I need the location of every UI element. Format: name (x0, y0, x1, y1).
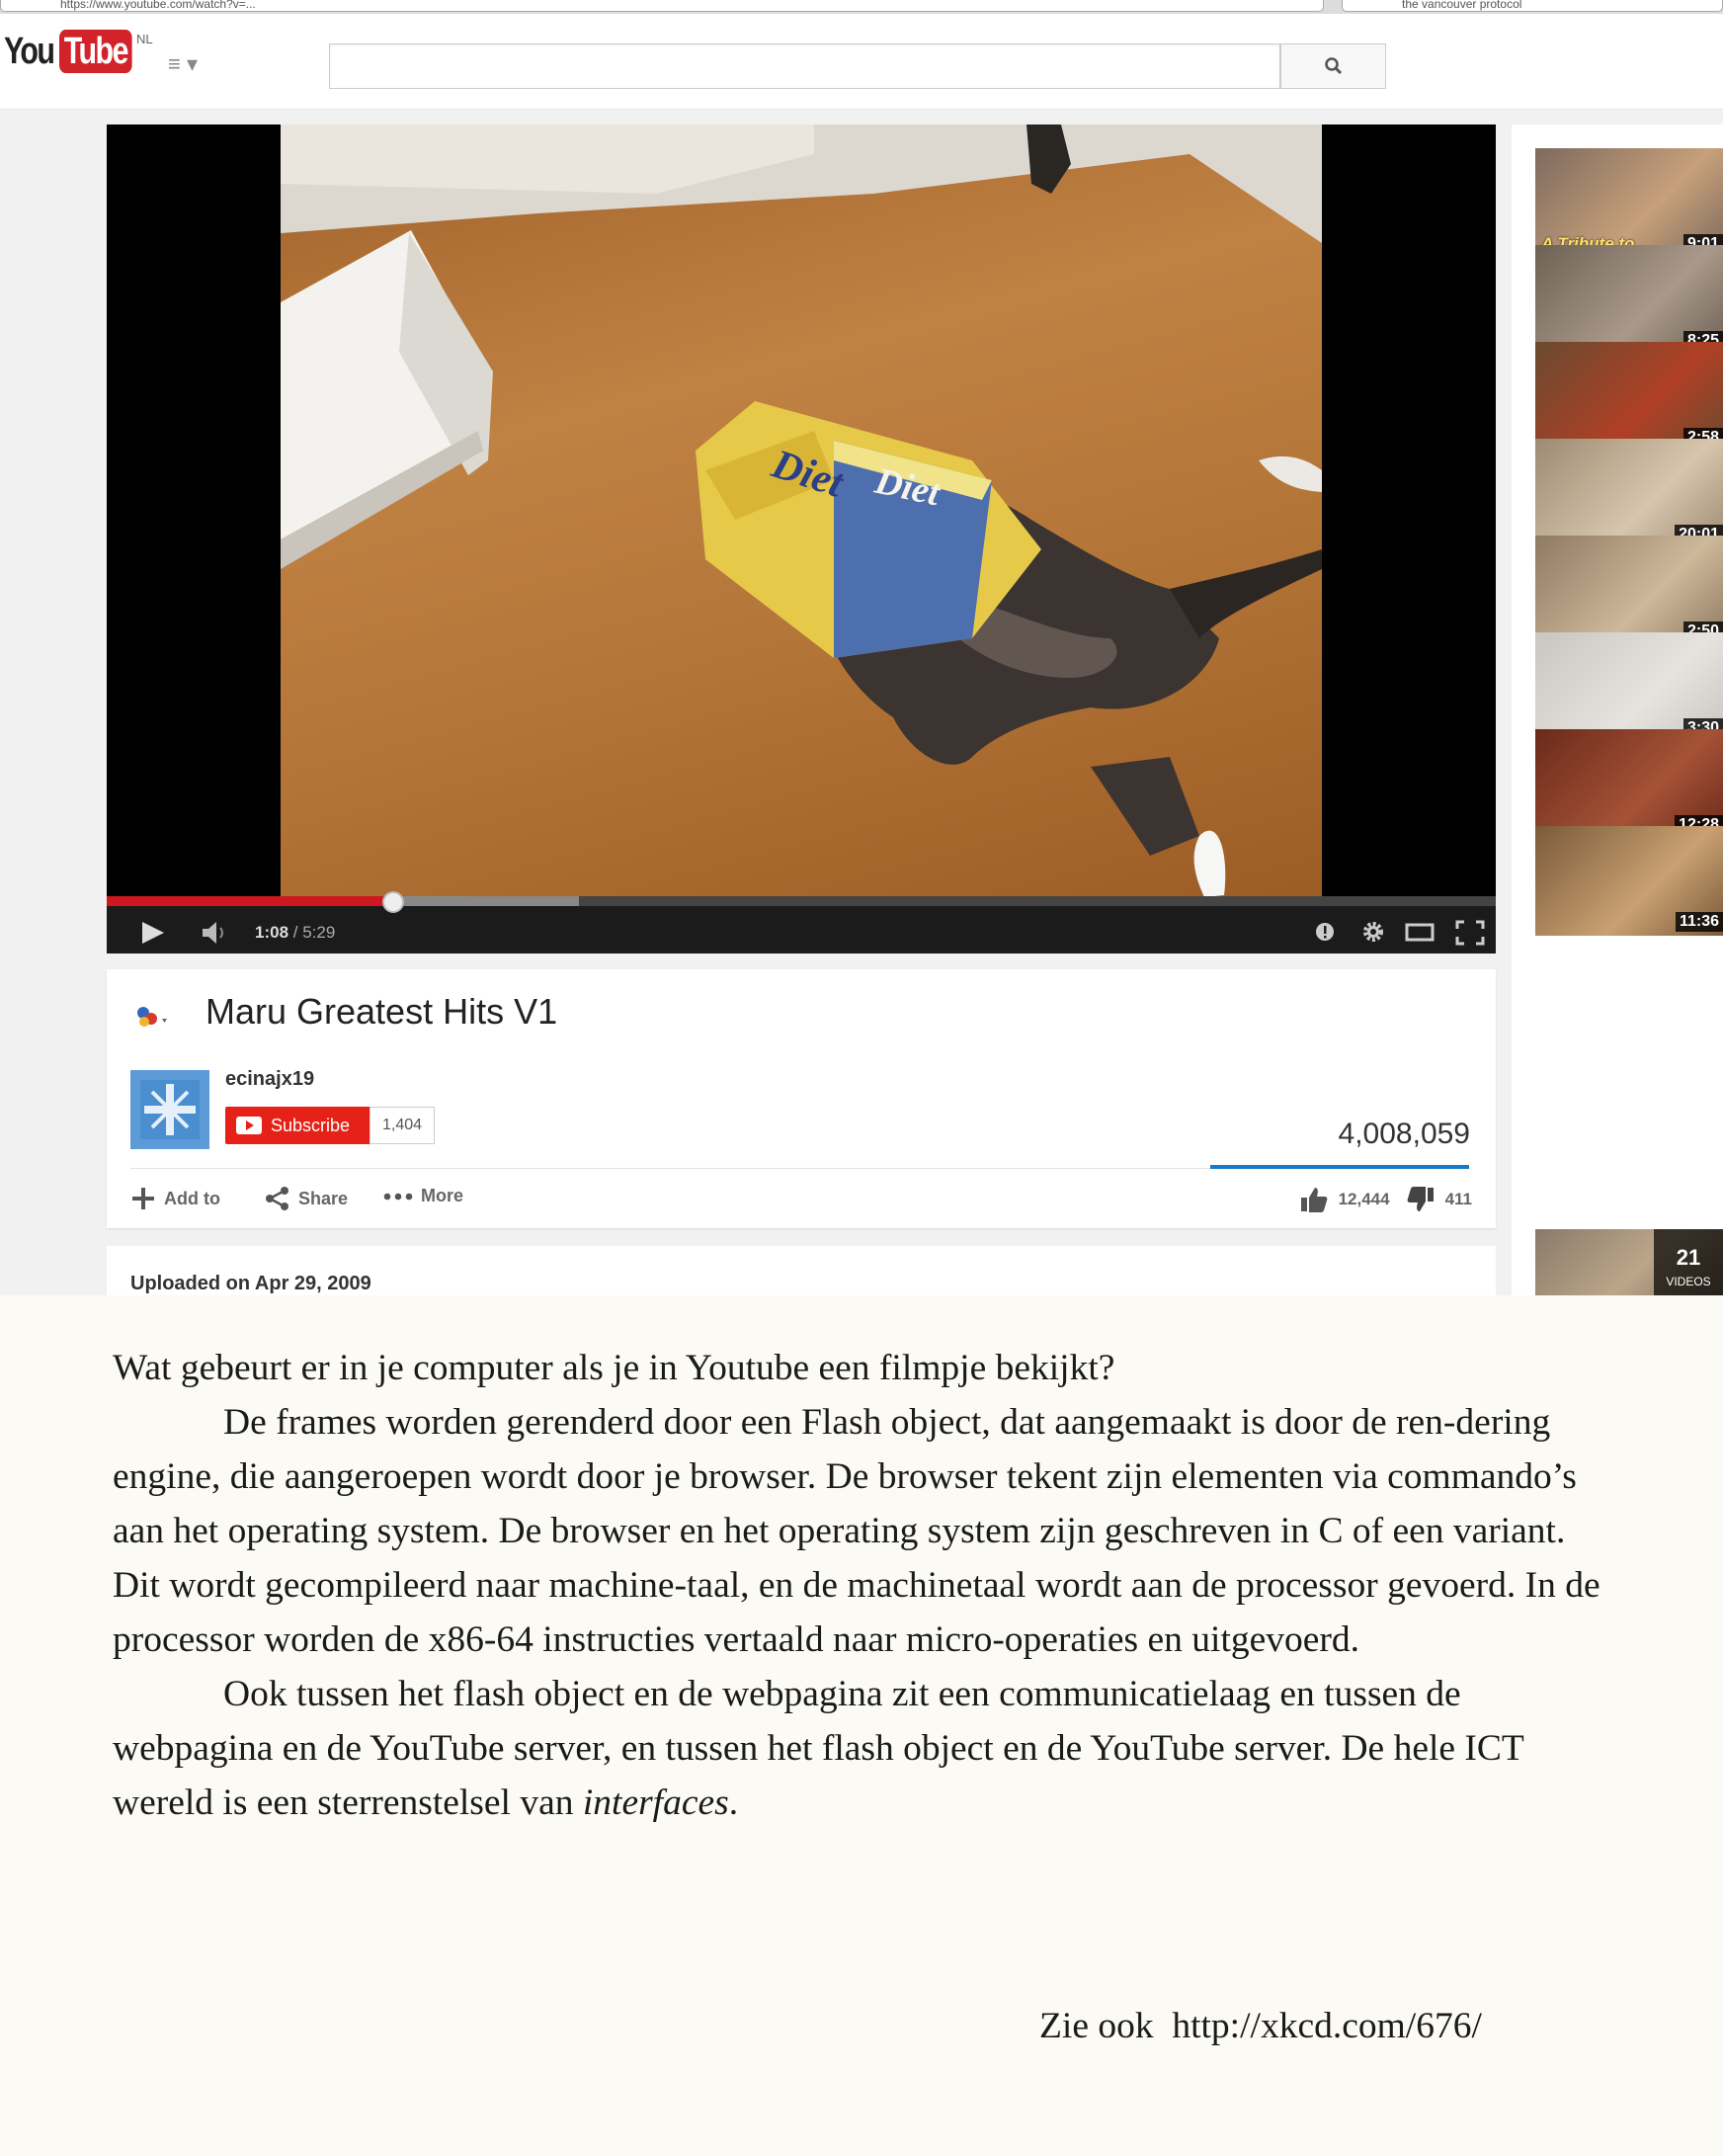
guide-menu-button[interactable]: ≡ ▾ (168, 53, 198, 75)
video-scene: Diet Diet (281, 124, 1322, 897)
second-tab-field[interactable]: the vancouver protocol (1342, 0, 1723, 12)
subscribe-button[interactable]: Subscribe (225, 1107, 369, 1144)
progress-scrubber[interactable] (381, 891, 404, 913)
like-count: 12,444 (1338, 1190, 1390, 1208)
video-title: Maru Greatest Hits V1 (205, 991, 558, 1032)
article-text: Wat gebeurt er in je computer als je in … (113, 1341, 1614, 1830)
more-label: More (421, 1186, 464, 1205)
youtube-screenshot: https://www.youtube.com/watch?v=... the … (0, 0, 1723, 1295)
subscribe-label: Subscribe (271, 1115, 351, 1135)
paragraph-2-end: . (728, 1783, 739, 1823)
time-current: 1:08 (255, 923, 289, 942)
like-ratio-bar (1210, 1165, 1469, 1169)
thumbnail-duration: 11:36 (1675, 912, 1723, 932)
settings-gear-icon[interactable] (1359, 918, 1387, 946)
video-frame[interactable]: Diet Diet (281, 124, 1322, 897)
playlist-thumbnail[interactable]: 21 VIDEOS (1535, 1229, 1723, 1295)
channel-brand-icon (137, 1007, 167, 1027)
video-player[interactable]: Diet Diet (107, 124, 1496, 954)
logo-you: You (4, 31, 55, 72)
subscriber-count: 1,404 (369, 1107, 435, 1144)
related-video-thumbnail[interactable]: 11:36 (1535, 826, 1723, 936)
time-separator: / (288, 923, 303, 942)
add-to-button[interactable]: Add to (130, 1186, 220, 1211)
channel-avatar[interactable] (130, 1070, 209, 1149)
related-video-thumbnail[interactable]: 2:50 (1535, 536, 1723, 645)
add-icon (132, 1188, 154, 1209)
search-input[interactable] (329, 43, 1280, 89)
search-button[interactable] (1280, 43, 1386, 89)
fullscreen-icon[interactable] (1454, 919, 1486, 947)
annotations-icon[interactable] (1314, 921, 1336, 943)
dislike-count: 411 (1444, 1190, 1472, 1208)
play-icon[interactable] (138, 919, 168, 947)
region-label: NL (135, 32, 153, 46)
related-video-thumbnail[interactable]: 3:30 (1535, 632, 1723, 742)
time-display: 1:08 / 5:29 (255, 923, 335, 943)
paragraph-2-text: Ook tussen het flash object en de webpag… (113, 1674, 1524, 1823)
logo-tube: Tube (59, 30, 132, 73)
thumbs-down-icon[interactable] (1406, 1186, 1436, 1213)
share-label: Share (298, 1188, 349, 1208)
browser-chrome: https://www.youtube.com/watch?v=... the … (0, 0, 1723, 14)
related-video-thumbnail[interactable]: A Tribute to 9:01 (1535, 148, 1723, 258)
paragraph-2: Ook tussen het flash object en de webpag… (113, 1667, 1614, 1830)
related-video-thumbnail[interactable]: 12:28 (1535, 729, 1723, 839)
description-card: Uploaded on Apr 29, 2009 (107, 1246, 1496, 1295)
theater-mode-icon[interactable] (1405, 921, 1436, 943)
video-info-card: Maru Greatest Hits V1 ecinajx19 Subscrib… (107, 969, 1496, 1228)
add-to-label: Add to (164, 1188, 220, 1208)
address-bar[interactable]: https://www.youtube.com/watch?v=... (0, 0, 1324, 12)
more-dots-icon (383, 1193, 413, 1200)
search-icon (1324, 57, 1342, 75)
progress-played (107, 896, 393, 906)
view-count: 4,008,059 (1338, 1118, 1470, 1150)
share-button[interactable]: Share (265, 1186, 348, 1211)
youtube-play-icon (236, 1117, 262, 1134)
playlist-overlay: 21 VIDEOS (1654, 1229, 1723, 1295)
related-video-thumbnail[interactable]: 2:58 (1535, 342, 1723, 452)
youtube-logo[interactable]: You Tube NL (4, 30, 153, 73)
playlist-label: VIDEOS (1666, 1275, 1711, 1288)
time-duration: 5:29 (302, 923, 336, 942)
see-also-link[interactable]: Zie ook http://xkcd.com/676/ (1039, 2005, 1482, 2047)
related-video-thumbnail[interactable]: 20:01 (1535, 439, 1723, 548)
thumbs-up-icon[interactable] (1299, 1186, 1329, 1213)
more-button[interactable]: More (383, 1186, 463, 1206)
channel-name[interactable]: ecinajx19 (225, 1068, 314, 1091)
playlist-count: 21 (1676, 1245, 1701, 1270)
volume-icon[interactable] (200, 919, 229, 947)
upload-date: Uploaded on Apr 29, 2009 (130, 1273, 371, 1294)
related-video-thumbnail[interactable]: 8:25 (1535, 245, 1723, 355)
share-icon (266, 1187, 288, 1210)
paragraph-1: De frames worden gerenderd door een Flas… (113, 1402, 1600, 1660)
paragraph-2-emphasis: interfaces (582, 1783, 729, 1823)
document-body: Wat gebeurt er in je computer als je in … (0, 1295, 1723, 2156)
question-paragraph: Wat gebeurt er in je computer als je in … (113, 1348, 1115, 1388)
likes-row: 12,444 411 (1299, 1186, 1472, 1213)
related-videos-sidebar: A Tribute to 9:01 8:25 2:58 20:01 2:50 3:30 12:… (1512, 124, 1723, 1295)
